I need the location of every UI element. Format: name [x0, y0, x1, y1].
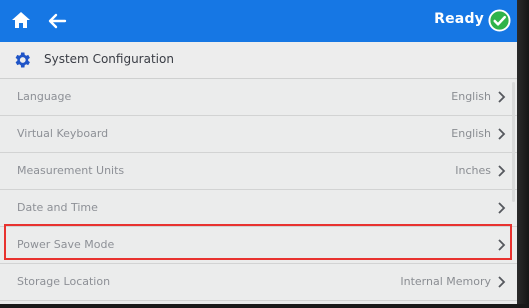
- chevron-right-icon: [498, 128, 506, 140]
- section-header: System Configuration: [0, 42, 517, 79]
- chevron-right-icon: [498, 276, 506, 288]
- row-label: Storage Location: [17, 275, 111, 288]
- row-value: Internal Memory: [400, 275, 491, 288]
- row-label: Measurement Units: [17, 164, 125, 177]
- settings-row-measurement-units[interactable]: Measurement Units Inches: [0, 153, 517, 190]
- row-label: Virtual Keyboard: [17, 127, 109, 140]
- chevron-right-icon: [498, 202, 506, 214]
- settings-row-language[interactable]: Language English: [0, 79, 517, 116]
- page-title: System Configuration: [44, 52, 174, 66]
- chevron-right-icon: [498, 165, 506, 177]
- settings-row-power-save-mode[interactable]: Power Save Mode: [0, 227, 517, 264]
- device-bezel-bottom: [0, 304, 529, 308]
- row-label: Power Save Mode: [17, 238, 115, 251]
- row-value: English: [451, 127, 491, 140]
- chevron-right-icon: [498, 239, 506, 251]
- row-label: Language: [17, 90, 72, 103]
- settings-list: Language English Virtual Keyboard Englis…: [0, 79, 517, 301]
- row-value: Inches: [455, 164, 491, 177]
- scrollbar[interactable]: [512, 82, 515, 202]
- row-value: English: [451, 90, 491, 103]
- settings-row-storage-location[interactable]: Storage Location Internal Memory: [0, 264, 517, 301]
- back-arrow-icon[interactable]: [46, 10, 68, 32]
- status-label: Ready: [434, 11, 484, 27]
- settings-row-virtual-keyboard[interactable]: Virtual Keyboard English: [0, 116, 517, 153]
- chevron-right-icon: [498, 91, 506, 103]
- device-bezel: [517, 0, 529, 308]
- ready-check-icon: [488, 9, 511, 32]
- top-bar: Ready: [0, 0, 517, 42]
- device-screen: Ready System Configuration Language Engl…: [0, 0, 529, 308]
- row-label: Date and Time: [17, 201, 98, 214]
- settings-row-date-and-time[interactable]: Date and Time: [0, 190, 517, 227]
- gear-icon: [15, 52, 30, 68]
- home-icon[interactable]: [10, 9, 32, 31]
